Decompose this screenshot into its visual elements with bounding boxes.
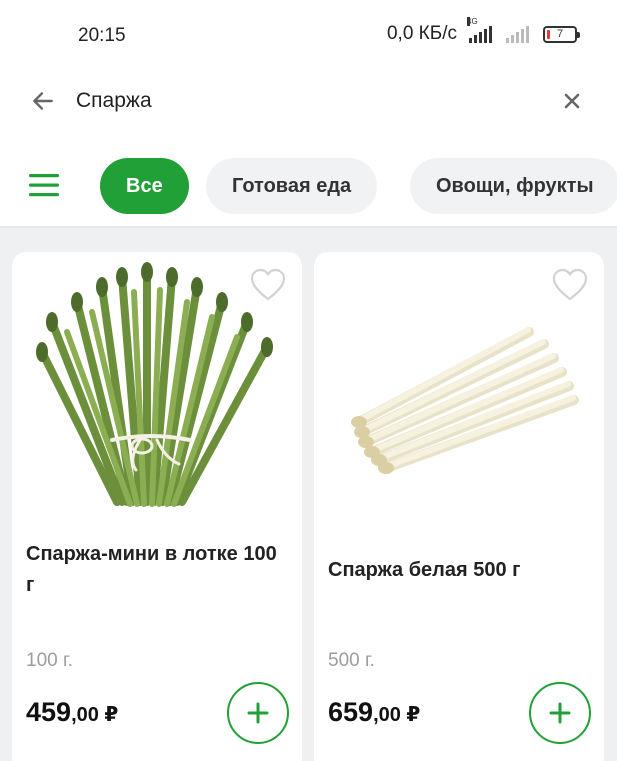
heart-icon[interactable]	[250, 268, 286, 302]
network-type-label: 4G	[467, 17, 478, 26]
product-name: Спаржа-мини в лотке 100 г	[26, 543, 277, 596]
price-integer: 459	[26, 697, 72, 727]
search-input[interactable]: Спаржа	[76, 89, 152, 113]
product-card[interactable]: Спаржа-мини в лотке 100 г 100 г. 459,00 …	[12, 252, 302, 761]
status-indicators: 0,0 КБ/с 4G 7	[386, 17, 580, 45]
price-decimal: ,00 ₽	[373, 704, 421, 726]
add-to-cart-button[interactable]	[227, 682, 289, 744]
product-weight: 100 г.	[26, 650, 73, 671]
price-integer: 659	[328, 697, 374, 727]
chip-ready-food[interactable]: Готовая еда	[206, 158, 378, 214]
product-weight: 500 г.	[328, 650, 375, 671]
heart-icon[interactable]	[552, 268, 588, 302]
price-decimal: ,00 ₽	[71, 704, 119, 726]
product-price: 459,00 ₽	[26, 697, 118, 728]
add-to-cart-button[interactable]	[529, 682, 591, 744]
close-icon[interactable]	[560, 89, 584, 113]
product-price: 659,00 ₽	[328, 697, 420, 728]
signal-strength-sim2-icon	[506, 25, 529, 43]
product-grid: Спаржа-мини в лотке 100 г 100 г. 459,00 …	[0, 228, 617, 761]
chip-all[interactable]: Все	[100, 158, 189, 214]
signal-strength-icon: 4G	[467, 17, 492, 43]
battery-level: 7	[556, 28, 564, 40]
chip-vegetables-fruits[interactable]: Овощи, фрукты	[410, 158, 617, 214]
status-bar: 20:15 0,0 КБ/с 4G 7	[0, 0, 617, 70]
category-filter-bar: Все Готовая еда Овощи, фрукты	[0, 154, 617, 218]
product-card[interactable]: Спаржа белая 500 г 500 г. 659,00 ₽	[314, 252, 604, 761]
network-speed: 0,0 КБ/с	[386, 23, 457, 44]
hamburger-menu-icon[interactable]	[28, 170, 60, 200]
search-bar: Спаржа	[0, 70, 617, 132]
plus-icon	[549, 702, 571, 724]
arrow-left-icon[interactable]	[30, 88, 56, 114]
plus-icon	[247, 702, 269, 724]
status-time: 20:15	[78, 25, 126, 46]
battery-icon: 7	[543, 25, 580, 43]
product-name: Спаржа белая 500 г	[328, 559, 521, 581]
